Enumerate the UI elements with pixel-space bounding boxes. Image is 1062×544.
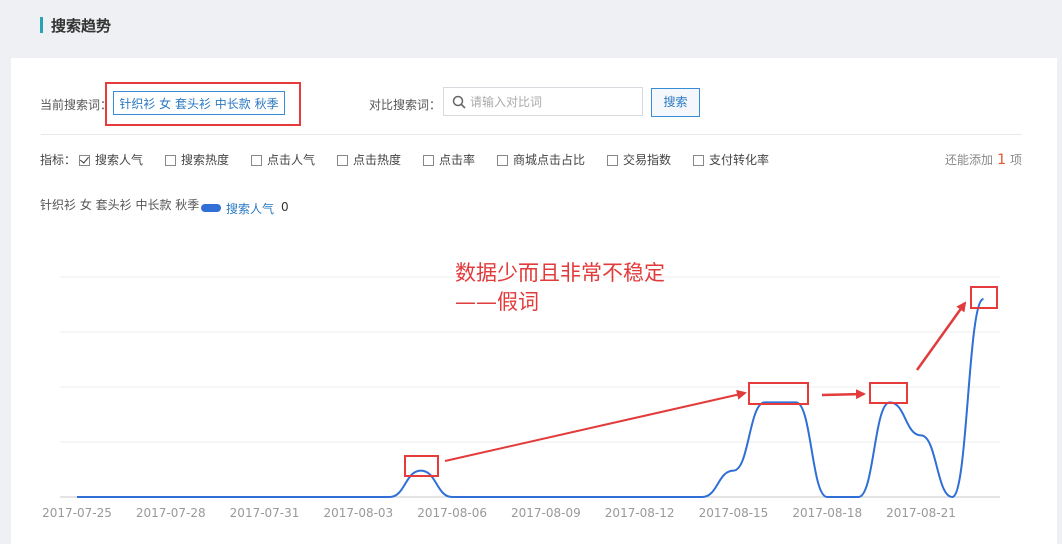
highlight-box-2 bbox=[748, 382, 809, 405]
annotation-arrow-3 bbox=[915, 301, 967, 371]
x-axis-ticks: 2017-07-25 2017-07-28 2017-07-31 2017-08-03… bbox=[42, 506, 956, 520]
annotation-line-2: ——假词 bbox=[455, 290, 539, 314]
x-tick-label: 2017-08-03 bbox=[323, 506, 393, 520]
highlight-box-1 bbox=[404, 455, 439, 477]
x-tick-label: 2017-07-25 bbox=[42, 506, 112, 520]
highlight-box-3 bbox=[869, 382, 908, 404]
x-tick-label: 2017-07-31 bbox=[230, 506, 300, 520]
annotation-arrow-1 bbox=[444, 389, 747, 462]
x-tick-label: 2017-08-06 bbox=[417, 506, 487, 520]
series-line-search-popularity bbox=[77, 298, 985, 499]
x-tick-label: 2017-08-18 bbox=[792, 506, 862, 520]
x-tick-label: 2017-08-09 bbox=[511, 506, 581, 520]
x-tick-label: 2017-07-28 bbox=[136, 506, 206, 520]
x-tick-label: 2017-08-15 bbox=[699, 506, 769, 520]
annotation-line-1: 数据少而且非常不稳定 bbox=[455, 261, 665, 285]
x-tick-label: 2017-08-21 bbox=[886, 506, 956, 520]
annotation-arrow-2 bbox=[821, 389, 866, 400]
x-tick-label: 2017-08-12 bbox=[605, 506, 675, 520]
annotation-text: 数据少而且非常不稳定 ——假词 bbox=[455, 259, 665, 317]
highlight-box-4 bbox=[970, 286, 998, 309]
